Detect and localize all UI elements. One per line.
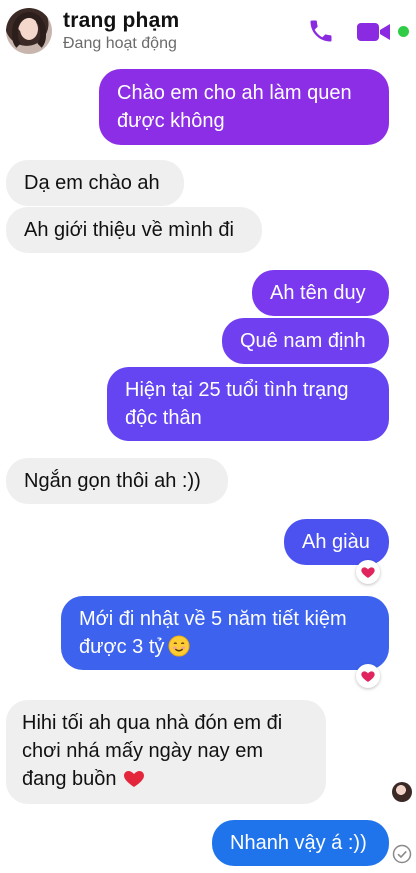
message-line: Ah giàu xyxy=(302,531,370,553)
avatar-face xyxy=(20,18,38,40)
message-line: đang buồn xyxy=(22,765,310,793)
message-line: Dạ em chào ah xyxy=(24,172,160,194)
contact-name[interactable]: trang phạm xyxy=(63,9,179,33)
seen-avatar xyxy=(392,782,412,802)
video-camera-icon[interactable] xyxy=(356,20,392,44)
red-heart-emoji xyxy=(123,771,144,787)
message-bubble-received[interactable]: Ah giới thiệu về mình đi xyxy=(6,207,262,253)
message-line: Hiện tại 25 tuổi tình trạng xyxy=(125,379,349,401)
contact-status: Đang hoạt động xyxy=(63,35,177,52)
message-bubble-sent[interactable]: Ah tên duy xyxy=(252,270,389,316)
message-line: được không xyxy=(117,110,225,132)
heart-icon xyxy=(361,671,375,682)
contact-avatar[interactable] xyxy=(6,8,52,54)
message-text: được 3 tỷ xyxy=(79,636,165,658)
message-line: Nhanh vậy á :)) xyxy=(230,832,367,854)
message-bubble-received[interactable]: Dạ em chào ah xyxy=(6,160,184,206)
message-line: chơi nhá mấy ngày nay em xyxy=(22,740,264,762)
smiling-face-emoji xyxy=(168,635,190,657)
phone-icon[interactable] xyxy=(307,17,335,45)
message-bubble-sent[interactable]: Nhanh vậy á :)) xyxy=(212,820,389,866)
message-line: Quê nam định xyxy=(240,330,366,352)
message-text: đang buồn xyxy=(22,768,117,790)
reaction-badge[interactable] xyxy=(356,560,380,584)
message-line: độc thân xyxy=(125,407,202,429)
message-line: Hihi tối ah qua nhà đón em đi xyxy=(22,712,283,734)
message-line: được 3 tỷ xyxy=(79,633,371,661)
message-bubble-sent[interactable]: Hiện tại 25 tuổi tình trạng độc thân xyxy=(107,367,389,441)
reaction-badge[interactable] xyxy=(356,664,380,688)
message-line: Chào em cho ah làm quen xyxy=(117,82,352,104)
message-line: Ah tên duy xyxy=(270,282,366,304)
message-bubble-sent[interactable]: Ah giàu xyxy=(284,519,389,565)
online-status-dot xyxy=(398,26,409,37)
message-line: Mới đi nhật về 5 năm tiết kiệm xyxy=(79,608,347,630)
chat-header: trang phạm Đang hoạt động xyxy=(0,0,416,62)
message-bubble-received[interactable]: Ngắn gọn thôi ah :)) xyxy=(6,458,228,504)
heart-icon xyxy=(361,567,375,578)
message-line: Ah giới thiệu về mình đi xyxy=(24,219,234,241)
message-bubble-received[interactable]: Hihi tối ah qua nhà đón em đi chơi nhá m… xyxy=(6,700,326,804)
message-bubble-sent[interactable]: Quê nam định xyxy=(222,318,389,364)
message-bubble-sent[interactable]: Chào em cho ah làm quen được không xyxy=(99,69,389,145)
check-circle-icon xyxy=(392,844,412,864)
message-bubble-sent[interactable]: Mới đi nhật về 5 năm tiết kiệm được 3 tỷ xyxy=(61,596,389,670)
message-line: Ngắn gọn thôi ah :)) xyxy=(24,470,201,492)
